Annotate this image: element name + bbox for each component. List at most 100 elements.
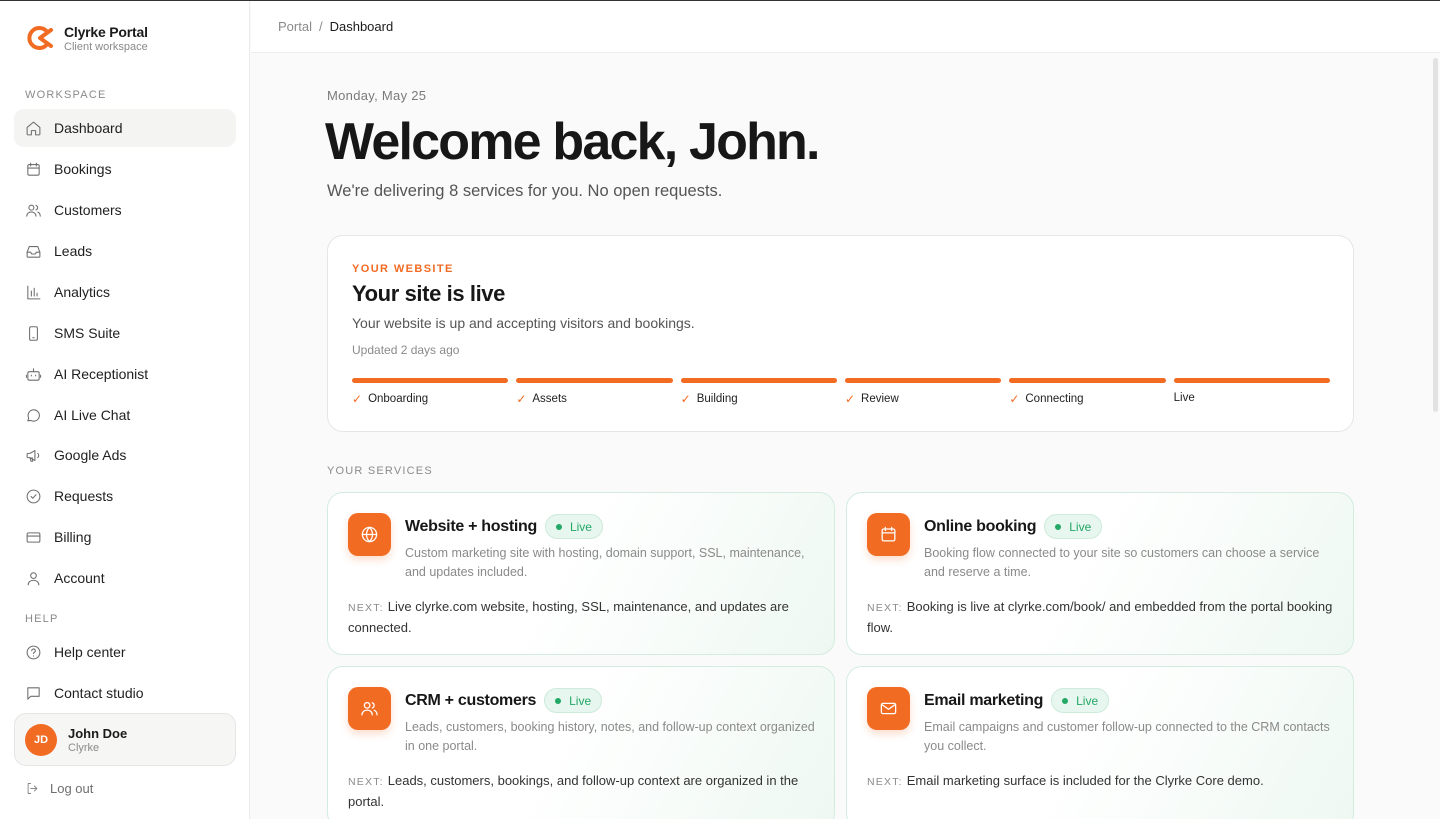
progress-bar xyxy=(352,378,509,383)
users-icon xyxy=(348,687,391,730)
status-dot xyxy=(1062,697,1069,704)
service-name: Website + hosting xyxy=(405,517,537,535)
sidebar-item-label: Dashboard xyxy=(54,120,123,136)
sidebar-item-label: Account xyxy=(54,570,105,586)
step-label: Onboarding xyxy=(368,393,429,405)
progress-bar xyxy=(516,378,673,383)
sidebar-item-label: Billing xyxy=(54,529,92,545)
sidebar-item-account[interactable]: Account xyxy=(14,559,236,597)
sidebar-item-label: Google Ads xyxy=(54,447,127,463)
inbox-icon xyxy=(25,243,42,260)
sidebar: Clyrke Portal Client workspace WORKSPACE… xyxy=(0,1,250,819)
sidebar-item-sms-suite[interactable]: SMS Suite xyxy=(14,314,236,352)
progress-step-connecting: ✓ Connecting xyxy=(1009,378,1166,406)
service-next-step: NEXT: Booking is live at clyrke.com/book/… xyxy=(867,597,1337,637)
website-status-card: YOUR WEBSITE Your site is live Your webs… xyxy=(327,235,1354,432)
bot-icon xyxy=(25,366,42,383)
next-label: NEXT: xyxy=(348,776,384,788)
sidebar-item-label: Requests xyxy=(54,488,114,504)
progress-steps: ✓ Onboarding ✓ Assets ✓ Building ✓ Review ✓ C… xyxy=(352,378,1330,406)
progress-step-building: ✓ Building xyxy=(680,378,837,406)
sidebar-item-requests[interactable]: Requests xyxy=(14,477,236,515)
service-description: Booking flow connected to your site so c… xyxy=(924,546,1320,579)
service-description: Custom marketing site with hosting, doma… xyxy=(405,546,805,579)
status-badge: Live xyxy=(544,514,603,539)
progress-step-review: ✓ Review xyxy=(844,378,1002,406)
breadcrumb-separator: / xyxy=(318,19,323,34)
sidebar-item-label: AI Receptionist xyxy=(54,366,149,382)
service-card-crm-customers[interactable]: CRM + customers Live Leads, customers, b… xyxy=(327,666,835,819)
sidebar-item-help-center[interactable]: Help center xyxy=(14,633,236,671)
calendar-icon xyxy=(867,513,910,556)
website-updated-time: Updated 2 days ago xyxy=(352,343,460,357)
service-next-text: Email marketing surface is included for … xyxy=(906,773,1264,788)
sidebar-item-customers[interactable]: Customers xyxy=(14,191,236,229)
status-badge: Live xyxy=(1044,514,1103,539)
sidebar-item-dashboard[interactable]: Dashboard xyxy=(14,109,236,147)
sidebar-item-label: Bookings xyxy=(54,161,112,177)
service-name: Online booking xyxy=(924,517,1037,535)
user-card[interactable]: JD John Doe Clyrke xyxy=(14,713,236,766)
brand-tagline: Client workspace xyxy=(64,40,148,53)
service-next-text: Live clyrke.com website, hosting, SSL, m… xyxy=(348,599,789,635)
sidebar-item-label: Contact studio xyxy=(54,685,144,701)
sidebar-item-label: SMS Suite xyxy=(54,325,121,341)
status-dot xyxy=(1055,523,1062,530)
sidebar-item-ai-receptionist[interactable]: AI Receptionist xyxy=(14,355,236,393)
phone-icon xyxy=(25,325,42,342)
status-badge-label: Live xyxy=(1069,519,1092,534)
status-dot xyxy=(555,697,562,704)
step-label: Connecting xyxy=(1025,393,1084,405)
progress-bar xyxy=(1173,378,1330,383)
service-card-online-booking[interactable]: Online booking Live Booking flow connect… xyxy=(846,492,1354,655)
step-label: Review xyxy=(861,393,899,405)
users-icon xyxy=(25,202,42,219)
step-label: Assets xyxy=(532,393,567,405)
progress-bar xyxy=(1009,378,1166,383)
brand[interactable]: Clyrke Portal Client workspace xyxy=(24,23,148,53)
sidebar-item-label: Analytics xyxy=(54,284,111,300)
sidebar-item-billing[interactable]: Billing xyxy=(14,518,236,556)
service-description: Leads, customers, booking history, notes… xyxy=(405,720,815,753)
sidebar-item-analytics[interactable]: Analytics xyxy=(14,273,236,311)
check-icon: ✓ xyxy=(516,392,527,406)
status-badge: Live xyxy=(1051,688,1110,713)
check-icon: ✓ xyxy=(352,392,363,406)
scrollbar-thumb[interactable] xyxy=(1433,58,1438,412)
logout-label: Log out xyxy=(50,781,94,796)
user-name: John Doe xyxy=(68,725,128,741)
step-label: Building xyxy=(696,393,738,405)
sidebar-item-contact-studio[interactable]: Contact studio xyxy=(14,674,236,712)
check-circle-icon xyxy=(25,488,42,505)
breadcrumb: Portal / Dashboard xyxy=(251,1,1440,53)
page-title: Welcome back, John. xyxy=(325,113,820,171)
home-icon xyxy=(25,120,42,137)
service-name: CRM + customers xyxy=(405,691,537,709)
sidebar-item-label: Help center xyxy=(54,644,126,660)
sidebar-item-google-ads[interactable]: Google Ads xyxy=(14,436,236,474)
brand-name: Clyrke Portal xyxy=(64,23,148,40)
sidebar-item-leads[interactable]: Leads xyxy=(14,232,236,270)
service-name: Email marketing xyxy=(924,691,1044,709)
website-eyebrow: YOUR WEBSITE xyxy=(352,263,454,275)
user-icon xyxy=(25,570,42,587)
logout-button[interactable]: Log out xyxy=(25,781,93,796)
sidebar-item-bookings[interactable]: Bookings xyxy=(14,150,236,188)
sidebar-item-ai-live-chat[interactable]: AI Live Chat xyxy=(14,396,236,434)
help-circle-icon xyxy=(25,644,42,661)
service-card-website-hosting[interactable]: Website + hosting Live Custom marketing … xyxy=(327,492,835,655)
check-icon: ✓ xyxy=(1009,392,1020,406)
logout-icon xyxy=(27,783,38,794)
breadcrumb-portal-link[interactable]: Portal xyxy=(278,19,312,34)
website-status-description: Your website is up and accepting visitor… xyxy=(352,315,695,331)
sidebar-item-label: AI Live Chat xyxy=(54,407,131,423)
page-subtitle: We're delivering 8 services for you. No … xyxy=(327,182,723,200)
service-card-email-marketing[interactable]: Email marketing Live Email campaigns and… xyxy=(846,666,1354,819)
current-date: Monday, May 25 xyxy=(327,88,427,103)
avatar: JD xyxy=(25,723,57,756)
status-dot xyxy=(555,523,562,530)
workspace-section-label: WORKSPACE xyxy=(25,89,107,101)
status-badge: Live xyxy=(544,688,603,713)
mail-icon xyxy=(867,687,910,730)
brand-logo-icon xyxy=(27,26,53,50)
